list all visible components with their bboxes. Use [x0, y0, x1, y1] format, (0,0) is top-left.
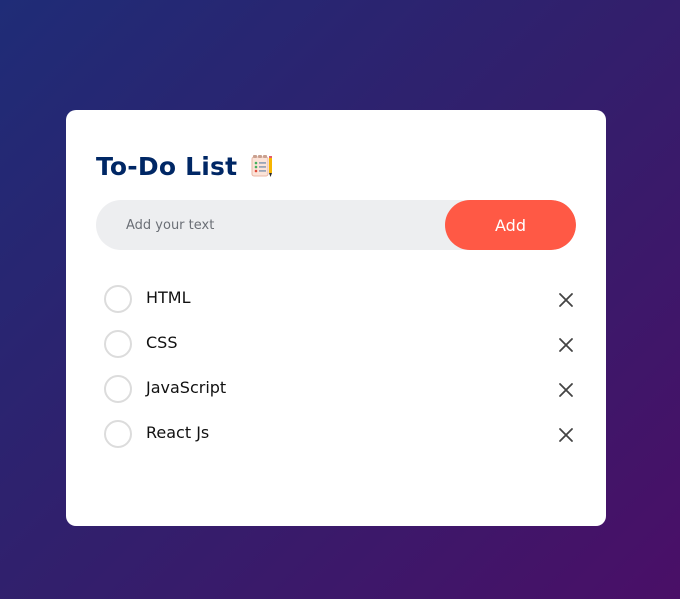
- checkbox-circle[interactable]: [104, 330, 132, 358]
- list-item[interactable]: CSS: [104, 327, 576, 372]
- close-icon[interactable]: [556, 425, 576, 445]
- list-item-label: CSS: [146, 333, 178, 352]
- notepad-checklist-icon: [249, 153, 275, 179]
- todo-list: HTML CSS JavaScript React Js: [104, 282, 576, 462]
- page-title: To-Do List: [96, 151, 238, 181]
- list-item[interactable]: JavaScript: [104, 372, 576, 417]
- checkbox-circle[interactable]: [104, 420, 132, 448]
- todo-text-input[interactable]: [96, 200, 446, 250]
- add-button[interactable]: Add: [445, 200, 576, 250]
- checkbox-circle[interactable]: [104, 285, 132, 313]
- close-icon[interactable]: [556, 290, 576, 310]
- close-icon[interactable]: [556, 380, 576, 400]
- todo-card: To-Do List Add HTM: [66, 110, 606, 526]
- list-item-label: HTML: [146, 288, 191, 307]
- list-item-label: React Js: [146, 423, 210, 442]
- list-item[interactable]: React Js: [104, 417, 576, 462]
- title-row: To-Do List: [96, 148, 275, 184]
- checkbox-circle[interactable]: [104, 375, 132, 403]
- list-item[interactable]: HTML: [104, 282, 576, 327]
- add-todo-form: Add: [96, 200, 576, 250]
- list-item-label: JavaScript: [146, 378, 227, 397]
- close-icon[interactable]: [556, 335, 576, 355]
